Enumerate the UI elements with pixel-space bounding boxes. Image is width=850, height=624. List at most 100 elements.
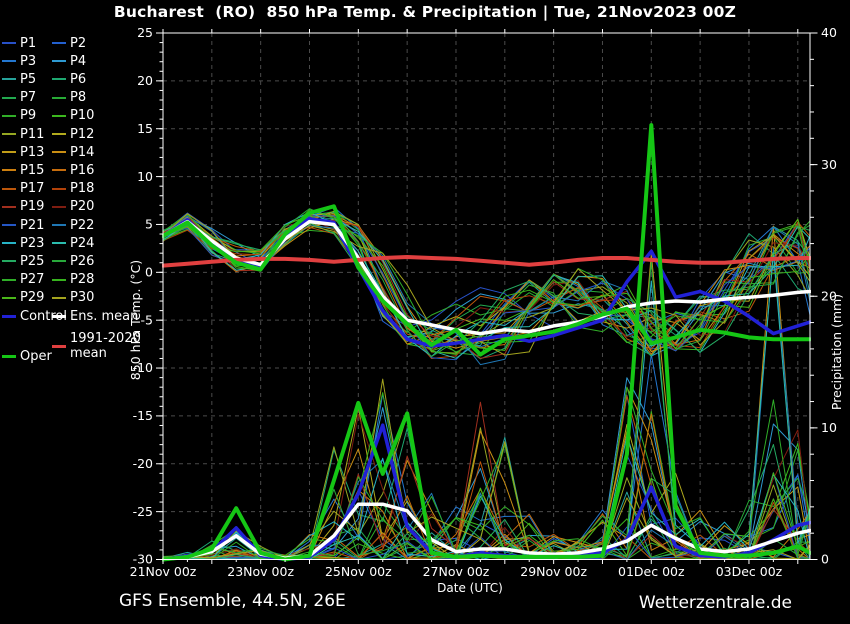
legend-item-p23-swatch — [2, 242, 16, 244]
legend-item-p25-label: P25 — [20, 254, 44, 269]
legend-item-p12: P12 — [52, 125, 94, 143]
legend-item-p9: P9 — [2, 107, 36, 125]
legend-item-p29-swatch — [2, 297, 16, 299]
left-tick-label: -25 — [133, 504, 153, 519]
legend-item-p11-swatch — [2, 133, 16, 135]
legend-item-p20-label: P20 — [70, 199, 94, 214]
legend-item-p27: P27 — [2, 271, 44, 289]
x-tick-label: 03Dec 00z — [716, 564, 783, 579]
legend-item-p1: P1 — [2, 34, 36, 52]
right-tick-label: 40 — [821, 25, 837, 40]
footer-model-info: GFS Ensemble, 44.5N, 26E — [119, 591, 346, 611]
legend-item-p24: P24 — [52, 234, 94, 252]
legend-item-p7-swatch — [2, 97, 16, 99]
legend-item-p6-label: P6 — [70, 72, 86, 87]
legend-item-p13-label: P13 — [20, 145, 44, 160]
legend-item-p30-swatch — [52, 297, 66, 299]
series-ens-mean — [163, 222, 810, 334]
right-tick-label: 0 — [821, 552, 829, 567]
legend-item-p1-swatch — [2, 42, 16, 44]
left-tick-label: 10 — [137, 169, 153, 184]
legend-item-oper-swatch — [2, 355, 16, 358]
legend-item-1991-2020-mean-swatch — [52, 345, 66, 348]
legend-item-p6-swatch — [52, 78, 66, 80]
legend-item-ens-mean-label: Ens. mean — [70, 309, 138, 324]
legend-item-oper: Oper — [2, 347, 52, 365]
legend-item-p26-swatch — [52, 260, 66, 262]
legend-item-p19-swatch — [2, 206, 16, 208]
legend-item-p16: P16 — [52, 161, 94, 179]
legend-item-p23: P23 — [2, 234, 44, 252]
legend-item-p21-label: P21 — [20, 218, 44, 233]
legend-item-p28-swatch — [52, 279, 66, 281]
footer-brand: Wetterzentrale.de — [600, 593, 792, 613]
member-precip-p2 — [163, 395, 810, 559]
legend-item-p26: P26 — [52, 252, 94, 270]
member-precip-p17 — [163, 396, 810, 560]
legend-item-p6: P6 — [52, 70, 86, 88]
legend-item-p14-swatch — [52, 151, 66, 153]
legend-item-p30-label: P30 — [70, 290, 94, 305]
legend-item-p4-label: P4 — [70, 54, 86, 69]
legend-item-p18: P18 — [52, 180, 94, 198]
x-tick-label: 21Nov 00z — [130, 564, 197, 579]
legend-item-1991-2020-mean: 1991-2020 mean — [52, 330, 162, 362]
right-tick-label: 10 — [821, 420, 837, 435]
legend-item-p14: P14 — [52, 143, 94, 161]
legend-item-p2-label: P2 — [70, 36, 86, 51]
legend-item-p4-swatch — [52, 60, 66, 62]
legend-item-p10-label: P10 — [70, 108, 94, 123]
legend-item-ens-mean: Ens. mean — [52, 307, 138, 325]
legend-item-p24-swatch — [52, 242, 66, 244]
right-tick-label: 30 — [821, 157, 837, 172]
ensemble-plot-page: { "title": "Bucharest (RO) 850 hPa Temp.… — [0, 0, 850, 620]
legend-item-p27-swatch — [2, 279, 16, 281]
legend-item-p19-label: P19 — [20, 199, 44, 214]
legend-item-p7-label: P7 — [20, 90, 36, 105]
legend-item-p27-label: P27 — [20, 272, 44, 287]
legend-item-p24-label: P24 — [70, 236, 94, 251]
legend-item-p7: P7 — [2, 89, 36, 107]
member-precip-p30 — [163, 379, 810, 559]
legend-item-1991-2020-mean-label: 1991-2020 mean — [70, 331, 162, 361]
legend-item-p22-swatch — [52, 224, 66, 226]
legend-item-p5-label: P5 — [20, 72, 36, 87]
left-tick-label: -20 — [133, 456, 153, 471]
legend-item-p12-label: P12 — [70, 127, 94, 142]
left-tick-label: 5 — [145, 217, 153, 232]
legend-item-p12-swatch — [52, 133, 66, 135]
legend-item-p3: P3 — [2, 52, 36, 70]
legend-item-ens-mean-swatch — [52, 315, 66, 318]
legend-item-p20: P20 — [52, 198, 94, 216]
x-tick-label: 29Nov 00z — [520, 564, 587, 579]
x-tick-label: 01Dec 00z — [618, 564, 685, 579]
legend-item-p14-label: P14 — [70, 145, 94, 160]
legend-item-p28-label: P28 — [70, 272, 94, 287]
legend-item-p17-label: P17 — [20, 181, 44, 196]
legend-item-p29: P29 — [2, 289, 44, 307]
legend-item-p22-label: P22 — [70, 218, 94, 233]
legend-item-p26-label: P26 — [70, 254, 94, 269]
legend-item-p9-label: P9 — [20, 108, 36, 123]
legend-item-p23-label: P23 — [20, 236, 44, 251]
legend-item-control-swatch — [2, 315, 16, 318]
legend-item-p11: P11 — [2, 125, 44, 143]
legend-item-p16-swatch — [52, 169, 66, 171]
y-right-axis-label: Precipitation (mm) — [829, 294, 844, 410]
legend-item-p4: P4 — [52, 52, 86, 70]
legend-item-p8: P8 — [52, 89, 86, 107]
left-tick-label: 25 — [137, 25, 153, 40]
legend-item-p1-label: P1 — [20, 36, 36, 51]
legend-item-p3-swatch — [2, 60, 16, 62]
legend-item-p8-label: P8 — [70, 90, 86, 105]
legend-item-p22: P22 — [52, 216, 94, 234]
legend-item-p9-swatch — [2, 115, 16, 117]
legend-item-p15-label: P15 — [20, 163, 44, 178]
left-tick-label: 20 — [137, 73, 153, 88]
x-tick-label: 27Nov 00z — [423, 564, 490, 579]
left-tick-label: -15 — [133, 408, 153, 423]
left-tick-label: 15 — [137, 121, 153, 136]
legend-item-p3-label: P3 — [20, 54, 36, 69]
chart-title: Bucharest (RO) 850 hPa Temp. & Precipita… — [0, 3, 850, 21]
legend-item-p28: P28 — [52, 271, 94, 289]
